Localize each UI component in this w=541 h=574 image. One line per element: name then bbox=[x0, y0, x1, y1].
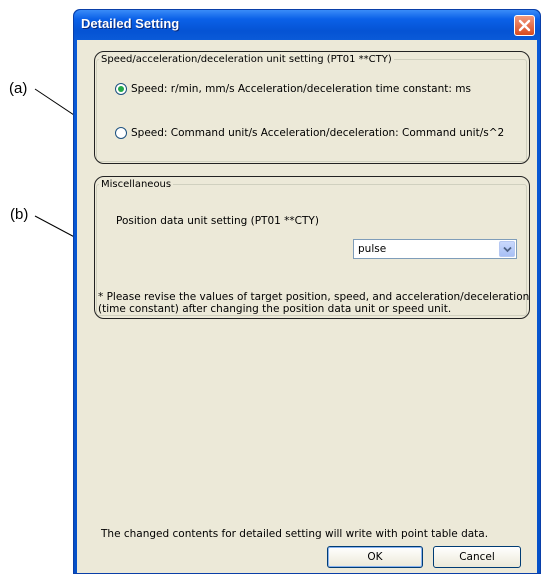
close-button[interactable] bbox=[514, 15, 535, 36]
close-icon bbox=[518, 19, 531, 32]
unit-setting-legend: Speed/acceleration/deceleration unit set… bbox=[101, 54, 392, 65]
chevron-down-icon bbox=[502, 246, 512, 252]
note-line-2: (time constant) after changing the posit… bbox=[98, 303, 452, 315]
position-unit-select[interactable]: pulse bbox=[353, 239, 517, 259]
unit-setting-group: Speed/acceleration/deceleration unit set… bbox=[96, 54, 527, 162]
dialog-client-area: Speed/acceleration/deceleration unit set… bbox=[77, 40, 537, 573]
speed-command-unit-label: Speed: Command unit/s Acceleration/decel… bbox=[131, 127, 505, 139]
position-unit-value: pulse bbox=[358, 243, 387, 255]
ok-button[interactable]: OK bbox=[327, 546, 423, 568]
radio-selected-dot bbox=[118, 86, 124, 92]
miscellaneous-legend: Miscellaneous bbox=[101, 179, 172, 190]
note-line-1: * Please revise the values of target pos… bbox=[98, 291, 530, 303]
footer-message: The changed contents for detailed settin… bbox=[101, 528, 489, 540]
speed-command-unit-radio[interactable] bbox=[115, 127, 127, 139]
cancel-button[interactable]: Cancel bbox=[433, 546, 521, 568]
position-unit-label: Position data unit setting (PT01 **CTY) bbox=[116, 215, 319, 227]
callout-a: (a) bbox=[9, 80, 28, 97]
detailed-setting-window: Detailed Setting Speed/acceleration/dece… bbox=[73, 9, 541, 574]
dropdown-button[interactable] bbox=[499, 241, 515, 257]
revision-note: * Please revise the values of target pos… bbox=[98, 291, 534, 315]
window-title: Detailed Setting bbox=[81, 16, 180, 31]
speed-rmin-label: Speed: r/min, mm/s Acceleration/decelera… bbox=[131, 83, 471, 95]
title-bar[interactable]: Detailed Setting bbox=[74, 10, 540, 40]
speed-rmin-option[interactable]: Speed: r/min, mm/s Acceleration/decelera… bbox=[115, 83, 471, 95]
callout-b: (b) bbox=[10, 206, 29, 223]
speed-rmin-radio[interactable] bbox=[115, 83, 127, 95]
speed-command-unit-option[interactable]: Speed: Command unit/s Acceleration/decel… bbox=[115, 127, 504, 139]
